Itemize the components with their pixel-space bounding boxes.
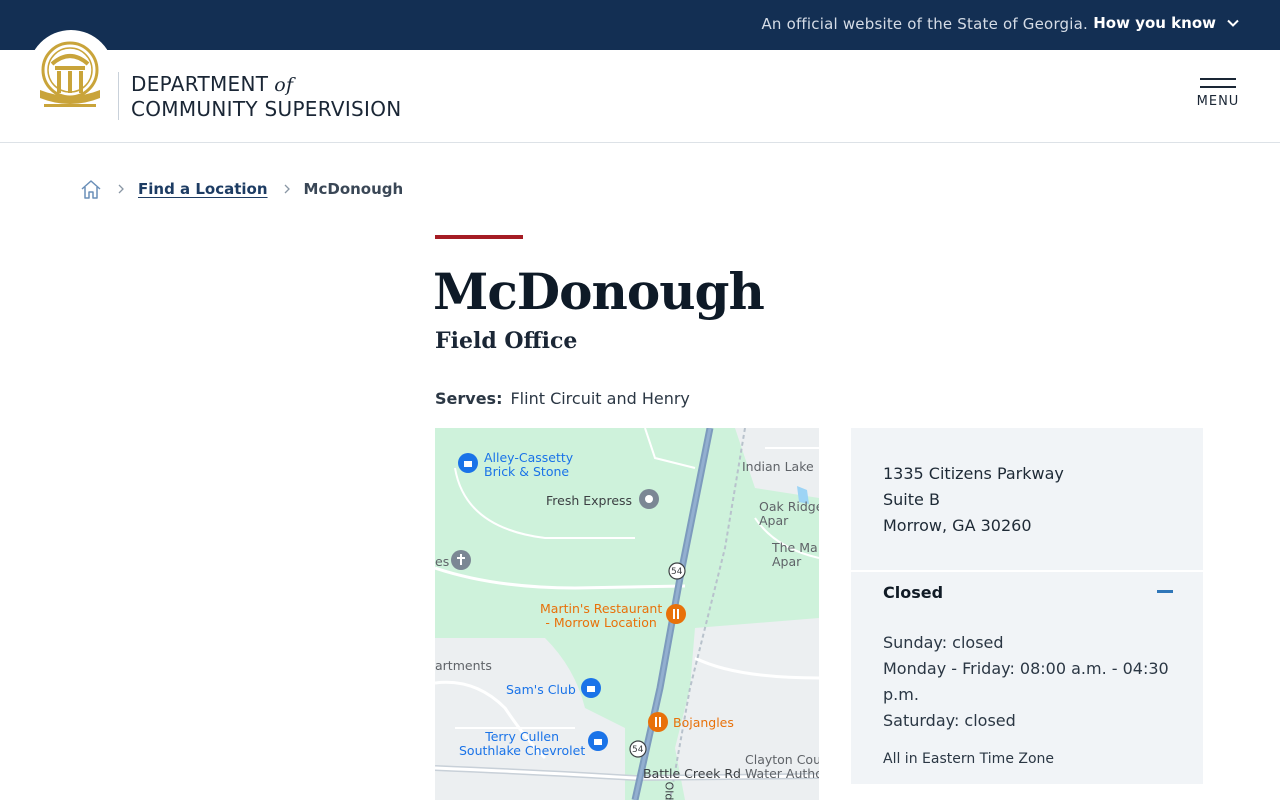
map-label-the-ma: The Ma Apar <box>772 540 818 569</box>
map-route-shield-54: 54 <box>632 745 644 755</box>
minus-icon <box>1157 590 1173 593</box>
map-label-bojangles[interactable]: Bojangles <box>673 716 734 730</box>
title-accent-line <box>435 235 523 239</box>
map-pin-shopping-icon <box>458 453 478 473</box>
card-divider <box>851 570 1203 572</box>
map-label-sams-club[interactable]: Sam's Club <box>506 683 576 697</box>
how-you-know-label: How you know <box>1093 14 1216 32</box>
address-line2: Suite B <box>883 490 940 509</box>
address-line1: 1335 Citizens Parkway <box>883 464 1064 483</box>
map-route-shield-54: 54 <box>671 567 683 577</box>
hours-saturday: Saturday: closed <box>883 711 1016 730</box>
hours-weekday: Monday - Friday: 08:00 a.m. - 04:30 p.m. <box>883 659 1169 704</box>
map-label-oak-ridge: Oak Ridge Apar <box>759 499 819 528</box>
official-site-banner: An official website of the State of Geor… <box>0 0 1280 50</box>
page-subtitle: Field Office <box>435 328 578 354</box>
menu-button[interactable]: MENU <box>1196 78 1240 122</box>
map-pin-shopping-icon <box>588 731 608 751</box>
dept-name-line2: COMMUNITY SUPERVISION <box>131 97 402 121</box>
address-line3: Morrow, GA 30260 <box>883 516 1032 535</box>
map-pin-place-icon <box>639 489 659 509</box>
map-label-es: es <box>435 554 450 569</box>
serves-label: Serves: <box>435 389 503 408</box>
breadcrumb-current: McDonough <box>303 180 404 198</box>
map-label-apartments: artments <box>435 658 492 673</box>
map-label-martins-restaurant[interactable]: Martin's Restaurant - Morrow Location <box>540 602 662 630</box>
location-map[interactable]: Alley-Cassetty Brick & Stone Fresh Expre… <box>435 428 819 800</box>
breadcrumb-find-location[interactable]: Find a Location <box>138 180 268 198</box>
how-you-know-button[interactable]: How you know <box>1093 14 1240 32</box>
official-site-text: An official website of the State of Geor… <box>761 15 1088 33</box>
map-pin-restaurant-icon <box>666 604 686 624</box>
map-pin-restaurant-icon <box>648 712 668 732</box>
map-label-battle-creek-rd: Battle Creek Rd <box>643 766 741 781</box>
chevron-right-icon <box>284 184 290 194</box>
menu-label: MENU <box>1196 94 1240 109</box>
map-pin-church-icon <box>451 550 471 570</box>
map-label-old-road: Old <box>662 781 676 800</box>
map-label-alley-cassetty[interactable]: Alley-Cassetty Brick & Stone <box>484 451 573 479</box>
open-status: Closed <box>883 583 944 602</box>
georgia-seal-logo[interactable] <box>28 30 114 116</box>
location-info-card: 1335 Citizens Parkway Suite B Morrow, GA… <box>851 428 1203 784</box>
seal-icon <box>40 41 100 107</box>
dept-name-line1: DEPARTMENT <box>131 72 269 96</box>
map-pin-shopping-icon <box>581 678 601 698</box>
breadcrumb: Find a Location McDonough <box>80 178 403 200</box>
map-label-fresh-express[interactable]: Fresh Express <box>546 494 632 508</box>
department-name[interactable]: DEPARTMENT of COMMUNITY SUPERVISION <box>131 72 402 121</box>
hamburger-icon <box>1196 78 1240 88</box>
header-divider <box>118 72 119 120</box>
map-label-indian-lake: Indian Lake <box>742 459 814 474</box>
hours-sunday: Sunday: closed <box>883 633 1004 652</box>
site-header: DEPARTMENT of COMMUNITY SUPERVISION MENU <box>0 30 1280 143</box>
home-icon[interactable] <box>80 178 102 200</box>
timezone-note: All in Eastern Time Zone <box>883 751 1055 767</box>
map-label-terry-cullen[interactable]: Terry Cullen Southlake Chevrolet <box>459 730 585 758</box>
hours-list: Sunday: closed Monday - Friday: 08:00 a.… <box>883 630 1183 734</box>
hours-accordion-toggle[interactable]: Closed <box>883 583 1173 605</box>
chevron-right-icon <box>118 184 124 194</box>
page-title: McDonough <box>433 262 765 321</box>
serves-value: Flint Circuit and Henry <box>510 389 690 408</box>
chevron-down-icon <box>1227 19 1239 27</box>
address: 1335 Citizens Parkway Suite B Morrow, GA… <box>883 461 1064 539</box>
serves-line: Serves: Flint Circuit and Henry <box>435 389 690 408</box>
map-label-clayton-county: Clayton Cou Water Autho <box>745 752 819 781</box>
dept-name-of: of <box>274 74 294 96</box>
